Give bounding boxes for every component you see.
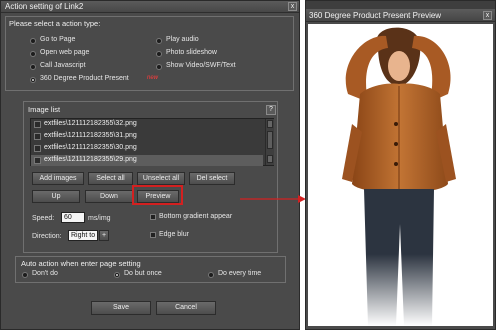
scroll-up-arrow-icon[interactable] — [267, 120, 273, 128]
dialog-title: Action setting of Link2 — [5, 2, 84, 11]
radio-label: Do every time — [218, 270, 262, 277]
speed-label: Speed: — [32, 215, 55, 222]
file-name: extfiles\121112182355\32.png — [44, 120, 137, 127]
preview-button[interactable]: Preview — [137, 190, 179, 203]
close-icon[interactable]: x — [483, 11, 492, 20]
radio-icon[interactable] — [22, 272, 28, 278]
direction-dropdown-icon[interactable]: + — [99, 230, 109, 241]
radio-label: Play audio — [166, 36, 199, 43]
radio-label: Do but once — [124, 270, 162, 277]
image-file-list[interactable]: extfiles\121112182355\32.png extfiles\12… — [30, 118, 274, 166]
radio-icon[interactable] — [208, 272, 214, 278]
auto-action-label: Auto action when enter page setting — [21, 259, 141, 268]
bottom-gradient-label: Bottom gradient appear — [159, 213, 233, 220]
preview-title: 360 Degree Product Present Preview — [309, 11, 442, 20]
add-images-button[interactable]: Add images — [32, 172, 84, 185]
close-icon[interactable]: x — [288, 2, 297, 11]
radio-icon[interactable] — [156, 64, 162, 70]
file-name: extfiles\121112182355\31.png — [44, 132, 137, 139]
radio-label: Open web page — [40, 49, 90, 56]
radio-label: Show Video/SWF/Text — [166, 62, 236, 69]
file-name: extfiles\121112182355\29.png — [44, 156, 137, 163]
checkbox[interactable] — [34, 157, 41, 164]
direction-label: Direction: — [32, 233, 62, 240]
new-badge: new — [147, 75, 159, 81]
action-type-group: Please select a action type: Go to Page … — [5, 16, 294, 91]
auto-action-group: Auto action when enter page setting Don'… — [15, 256, 286, 283]
radio-icon[interactable] — [30, 64, 36, 70]
image-list-group: Image list ? extfiles\121112182355\32.pn… — [23, 101, 278, 253]
file-name: extfiles\121112182355\30.png — [44, 144, 137, 151]
down-button[interactable]: Down — [85, 190, 133, 203]
select-all-button[interactable]: Select all — [88, 172, 133, 185]
preview-top-strip — [306, 1, 495, 9]
scroll-down-arrow-icon[interactable] — [267, 155, 273, 163]
list-item-selected[interactable]: extfiles\121112182355\29.png — [31, 155, 263, 166]
preview-title-bar[interactable]: 360 Degree Product Present Preview x — [306, 9, 495, 22]
image-list-label: Image list — [28, 105, 61, 114]
model-photo — [308, 27, 493, 326]
radio-icon[interactable] — [30, 38, 36, 44]
bottom-gradient-checkbox[interactable] — [150, 214, 156, 220]
radio-label: Photo slideshow — [166, 49, 217, 56]
radio-label: Go to Page — [40, 36, 76, 43]
radio-label: 360 Degree Product Present — [40, 75, 129, 82]
checkbox[interactable] — [34, 133, 41, 140]
preview-window: 360 Degree Product Present Preview x — [305, 0, 496, 330]
radio-icon[interactable] — [30, 51, 36, 57]
up-button[interactable]: Up — [32, 190, 80, 203]
checkbox[interactable] — [34, 145, 41, 152]
cancel-button[interactable]: Cancel — [156, 301, 216, 315]
scroll-thumb[interactable] — [267, 131, 273, 149]
radio-label: Don't do — [32, 270, 58, 277]
del-select-button[interactable]: Del select — [189, 172, 235, 185]
list-scrollbar[interactable] — [265, 119, 274, 165]
unselect-all-button[interactable]: Unselect all — [137, 172, 185, 185]
edge-blur-checkbox[interactable] — [150, 232, 156, 238]
radio-icon[interactable] — [156, 51, 162, 57]
radio-icon[interactable] — [114, 272, 120, 278]
list-item[interactable]: extfiles\121112182355\32.png — [31, 119, 263, 130]
checkbox[interactable] — [34, 121, 41, 128]
list-item[interactable]: extfiles\121112182355\30.png — [31, 143, 263, 154]
radio-label: Call Javascript — [40, 62, 86, 69]
action-setting-dialog: Action setting of Link2 x Please select … — [0, 0, 300, 330]
direction-select[interactable]: Right to — [68, 230, 98, 241]
radio-icon[interactable] — [30, 77, 36, 83]
help-icon[interactable]: ? — [266, 105, 276, 115]
dialog-title-bar[interactable]: Action setting of Link2 x — [1, 1, 299, 13]
action-type-label: Please select a action type: — [9, 19, 101, 28]
radio-icon[interactable] — [156, 38, 162, 44]
edge-blur-label: Edge blur — [159, 231, 189, 238]
preview-stage — [308, 24, 493, 326]
list-item[interactable]: extfiles\121112182355\31.png — [31, 131, 263, 142]
arrow-icon — [240, 195, 306, 203]
speed-unit-label: ms/img — [88, 215, 111, 222]
save-button[interactable]: Save — [91, 301, 151, 315]
speed-input[interactable]: 60 — [61, 212, 85, 223]
